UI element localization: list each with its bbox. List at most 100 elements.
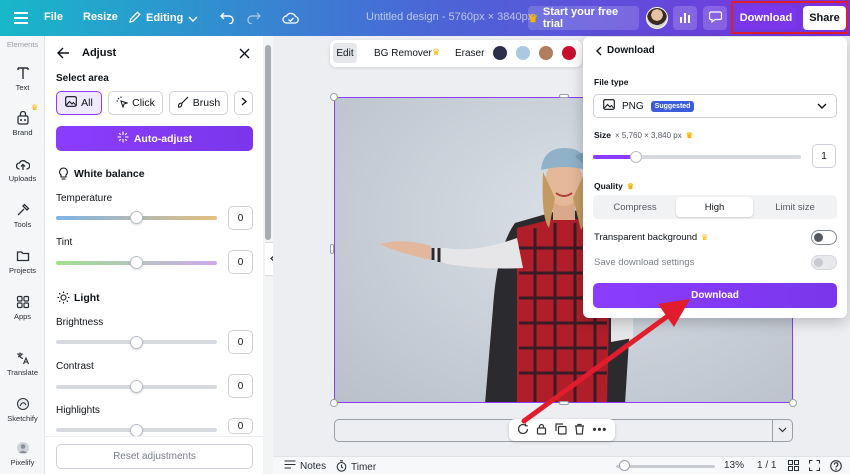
save-download-settings-toggle[interactable] [811, 255, 837, 270]
rail-item-sketchify[interactable]: Sketchify [0, 397, 45, 423]
expand-pages-button[interactable] [772, 420, 792, 441]
area-option-click[interactable]: Click [108, 91, 163, 115]
resize-menu[interactable]: Resize [83, 11, 118, 23]
quality-option-limit-size[interactable]: Limit size [755, 197, 835, 217]
bg-remover-button[interactable]: BG Remover [374, 48, 432, 59]
select-area-label: Select area [56, 73, 109, 84]
transparent-crown-icon: ♛ [701, 233, 709, 242]
color-swatch[interactable] [562, 46, 576, 60]
rail-item-uploads[interactable]: Uploads [0, 157, 45, 183]
eraser-button[interactable]: Eraser [455, 48, 484, 59]
area-option-brush[interactable]: Brush [169, 91, 228, 115]
temperature-slider-thumb[interactable] [130, 211, 143, 224]
adjust-panel-title: Adjust [82, 47, 117, 59]
size-crown-icon: ♛ [685, 130, 693, 140]
contrast-value[interactable]: 0 [228, 374, 253, 398]
rail-item-text[interactable]: Text [0, 66, 45, 92]
start-free-trial-button[interactable]: ♛ Start your free trial [528, 6, 639, 30]
color-swatch[interactable] [493, 46, 507, 60]
insights-button[interactable] [673, 6, 697, 30]
color-swatch[interactable] [539, 46, 553, 60]
close-icon[interactable] [239, 48, 251, 60]
apps-icon [16, 295, 30, 309]
resize-handle[interactable] [559, 94, 569, 98]
lock-icon[interactable] [536, 423, 547, 438]
rail-item-tools[interactable]: Tools [0, 203, 45, 229]
timer-button[interactable]: Timer [336, 460, 376, 474]
fullscreen-icon[interactable] [809, 460, 820, 471]
tint-slider-thumb[interactable] [130, 256, 143, 269]
file-menu[interactable]: File [44, 11, 63, 23]
file-type-dropdown[interactable]: PNG Suggested [593, 94, 837, 118]
notes-icon [284, 460, 296, 472]
user-avatar[interactable] [646, 7, 668, 29]
resize-handle[interactable] [330, 399, 338, 407]
zoom-slider-thumb[interactable] [619, 460, 630, 471]
area-option-label: Brush [192, 97, 221, 109]
reset-adjustments-button[interactable]: Reset adjustments [56, 444, 253, 469]
redo-icon[interactable] [245, 9, 263, 27]
quality-option-compress[interactable]: Compress [595, 197, 675, 217]
rail-item-apps[interactable]: Apps [0, 295, 45, 321]
edit-image-button[interactable]: Edit [333, 43, 357, 63]
zoom-level[interactable]: 13% [724, 460, 744, 471]
cloud-save-icon[interactable] [281, 9, 301, 27]
rail-item-elements[interactable]: Elements [0, 40, 45, 49]
area-option-label: Click [132, 97, 155, 109]
chevron-down-icon [778, 425, 787, 436]
area-options-more-button[interactable] [234, 91, 253, 115]
trash-icon[interactable] [574, 423, 585, 438]
document-title[interactable]: Untitled design - 5760px × 3840px [366, 11, 533, 23]
color-swatch[interactable] [516, 46, 530, 60]
zoom-slider-track[interactable] [616, 465, 715, 468]
area-option-all[interactable]: All [56, 91, 102, 115]
brightness-slider-thumb[interactable] [130, 336, 143, 349]
transparent-background-label: Transparent background [594, 232, 698, 243]
editing-mode-menu[interactable]: Editing [129, 9, 198, 27]
rail-item-brand[interactable]: Brand [0, 111, 45, 137]
help-icon[interactable] [830, 460, 842, 472]
quality-label: Quality [594, 181, 623, 191]
save-download-settings-label: Save download settings [594, 257, 695, 268]
quality-option-high[interactable]: High [676, 197, 753, 217]
size-value-input[interactable]: 1 [812, 144, 836, 168]
white-balance-icon [58, 167, 69, 183]
resize-handle[interactable] [330, 244, 334, 254]
duplicate-icon[interactable] [555, 422, 567, 438]
transparent-background-toggle[interactable] [811, 230, 837, 245]
rail-item-label: Pixelify [10, 458, 35, 467]
brightness-value[interactable]: 0 [228, 330, 253, 354]
resize-handle[interactable] [330, 93, 338, 101]
size-row-label: Size × 5,760 × 3,840 px ♛ [594, 130, 693, 140]
back-chevron-icon[interactable] [595, 45, 602, 59]
more-options-icon[interactable]: ••• [593, 424, 608, 436]
menu-icon[interactable] [12, 9, 30, 27]
comments-button[interactable] [703, 6, 727, 30]
page-indicator[interactable]: 1 / 1 [757, 460, 776, 471]
rotate-icon[interactable] [517, 423, 529, 438]
back-arrow-icon[interactable] [57, 47, 71, 61]
notes-button[interactable]: Notes [284, 460, 326, 472]
comment-icon [708, 10, 722, 26]
contrast-slider-thumb[interactable] [130, 380, 143, 393]
grid-view-icon[interactable] [788, 460, 799, 471]
file-type-label: File type [594, 77, 629, 87]
rail-item-translate[interactable]: Translate [0, 351, 45, 377]
tint-value[interactable]: 0 [228, 250, 253, 274]
download-confirm-button[interactable]: Download [593, 283, 837, 308]
rail-item-projects[interactable]: Projects [0, 249, 45, 275]
undo-icon[interactable] [218, 9, 236, 27]
temperature-value[interactable]: 0 [228, 206, 253, 230]
auto-adjust-button[interactable]: Auto-adjust [56, 126, 253, 151]
panel-scrollbar-thumb[interactable] [265, 45, 271, 240]
chevron-right-icon [241, 97, 247, 109]
image-icon [65, 96, 78, 110]
white-balance-heading: White balance [74, 168, 145, 180]
rail-item-pixelify[interactable]: Pixelify [0, 441, 45, 467]
highlights-value[interactable]: 0 [228, 418, 253, 434]
size-slider-thumb[interactable] [630, 151, 642, 163]
resize-handle[interactable] [559, 401, 569, 405]
sketchify-icon [16, 397, 30, 411]
resize-handle[interactable] [789, 399, 797, 407]
rail-item-label: Elements [6, 40, 39, 49]
